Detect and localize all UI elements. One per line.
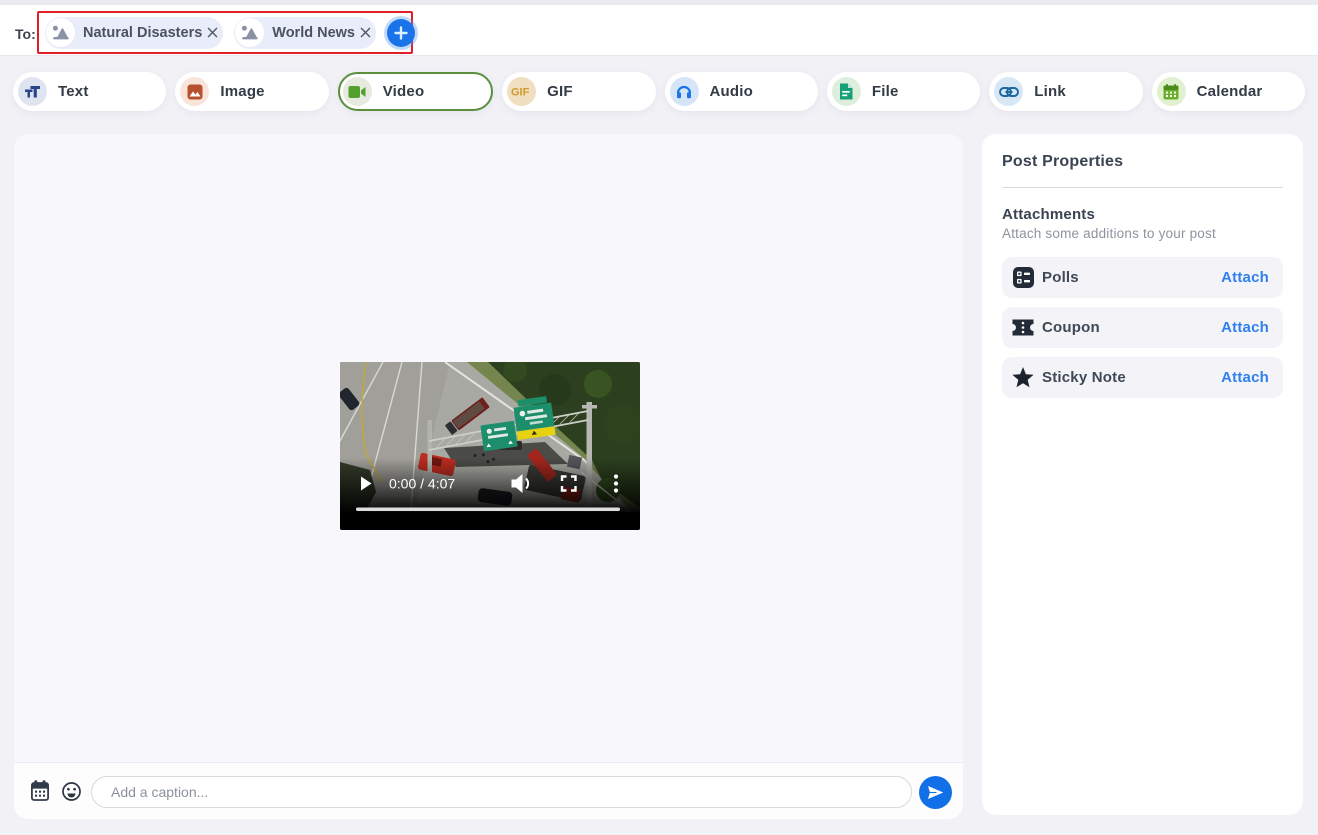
svg-text:0:00 / 4:07: 0:00 / 4:07 [389, 476, 455, 492]
svg-text:GIF: GIF [511, 87, 530, 98]
